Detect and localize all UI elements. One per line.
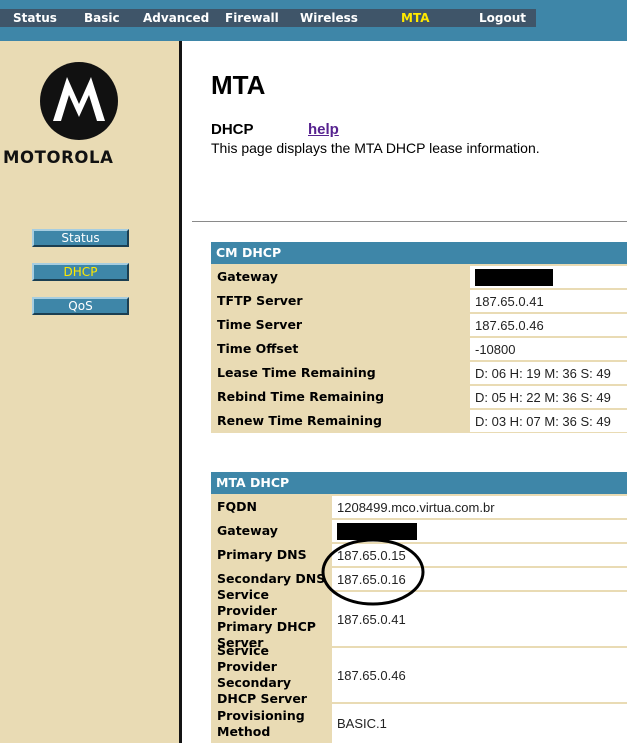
- motorola-logo-icon: [40, 62, 118, 140]
- sidebar-item-qos[interactable]: QoS: [32, 297, 129, 315]
- table-row: Time Offset -10800: [211, 336, 627, 360]
- table-row: Gateway: [211, 518, 627, 542]
- row-label: Gateway: [213, 266, 468, 288]
- nav-status[interactable]: Status: [13, 9, 57, 27]
- row-label: Time Offset: [213, 338, 468, 360]
- row-label: Primary DNS: [213, 544, 330, 566]
- row-label: Gateway: [213, 520, 330, 542]
- row-label: TFTP Server: [213, 290, 468, 312]
- row-value: 187.65.0.41: [332, 592, 627, 646]
- nav-firewall[interactable]: Firewall: [225, 9, 279, 27]
- row-label: FQDN: [213, 496, 330, 518]
- row-value: -10800: [470, 338, 627, 360]
- table-row: Time Server 187.65.0.46: [211, 312, 627, 336]
- page-description: This page displays the MTA DHCP lease in…: [211, 140, 540, 156]
- nav-wireless[interactable]: Wireless: [300, 9, 358, 27]
- row-label: Lease Time Remaining: [213, 362, 468, 384]
- mta-dhcp-header: MTA DHCP: [211, 472, 627, 494]
- help-link[interactable]: help: [308, 121, 339, 138]
- row-label: Time Server: [213, 314, 468, 336]
- row-value: D: 05 H: 22 M: 36 S: 49: [470, 386, 627, 408]
- sidebar-item-status[interactable]: Status: [32, 229, 129, 247]
- nav-advanced[interactable]: Advanced: [143, 9, 209, 27]
- nav-basic[interactable]: Basic: [84, 9, 120, 27]
- table-row: FQDN 1208499.mco.virtua.com.br: [211, 494, 627, 518]
- table-row: Gateway: [211, 264, 627, 288]
- row-value: BASIC.1: [332, 704, 627, 743]
- row-value: 1208499.mco.virtua.com.br: [332, 496, 627, 518]
- row-value: 187.65.0.41: [470, 290, 627, 312]
- row-label: Service Provider Secondary DHCP Server: [213, 643, 330, 706]
- row-value: [470, 266, 627, 288]
- table-row: Rebind Time Remaining D: 05 H: 22 M: 36 …: [211, 384, 627, 408]
- sidebar-divider: [179, 41, 182, 743]
- row-label: Rebind Time Remaining: [213, 386, 468, 408]
- row-value: D: 03 H: 07 M: 36 S: 49: [470, 410, 627, 432]
- row-value: 187.65.0.46: [470, 314, 627, 336]
- cm-dhcp-table: CM DHCP Gateway TFTP Server 187.65.0.41 …: [211, 242, 627, 433]
- top-nav-bar: Status Basic Advanced Firewall Wireless …: [0, 9, 536, 27]
- sidebar: [0, 41, 179, 743]
- table-row: Service Provider Primary DHCP Server 187…: [211, 587, 627, 650]
- row-label: Renew Time Remaining: [213, 410, 468, 432]
- table-row: Lease Time Remaining D: 06 H: 19 M: 36 S…: [211, 360, 627, 384]
- row-label: Provisioning Method: [213, 704, 330, 743]
- page-title: MTA: [211, 70, 266, 100]
- nav-mta[interactable]: MTA: [401, 9, 429, 27]
- brand-name: MOTOROLA: [3, 148, 114, 167]
- row-label: Service Provider Primary DHCP Server: [213, 587, 330, 650]
- redacted-value: [337, 522, 417, 540]
- row-value: 187.65.0.16: [332, 568, 627, 590]
- section-label: DHCP: [211, 121, 254, 138]
- redacted-value: [475, 268, 553, 286]
- mta-dhcp-table: MTA DHCP FQDN 1208499.mco.virtua.com.br …: [211, 472, 627, 743]
- table-row: Service Provider Secondary DHCP Server 1…: [211, 643, 627, 706]
- cm-dhcp-header: CM DHCP: [211, 242, 627, 264]
- row-value: 187.65.0.15: [332, 544, 627, 566]
- table-row: Provisioning Method BASIC.1: [211, 702, 627, 743]
- row-value: D: 06 H: 19 M: 36 S: 49: [470, 362, 627, 384]
- table-row: Primary DNS 187.65.0.15: [211, 542, 627, 566]
- table-row: Renew Time Remaining D: 03 H: 07 M: 36 S…: [211, 408, 627, 432]
- row-value: [332, 520, 627, 542]
- row-value: 187.65.0.46: [332, 648, 627, 702]
- sidebar-item-dhcp[interactable]: DHCP: [32, 263, 129, 281]
- nav-logout[interactable]: Logout: [479, 9, 526, 27]
- content-divider: [192, 221, 627, 222]
- table-row: TFTP Server 187.65.0.41: [211, 288, 627, 312]
